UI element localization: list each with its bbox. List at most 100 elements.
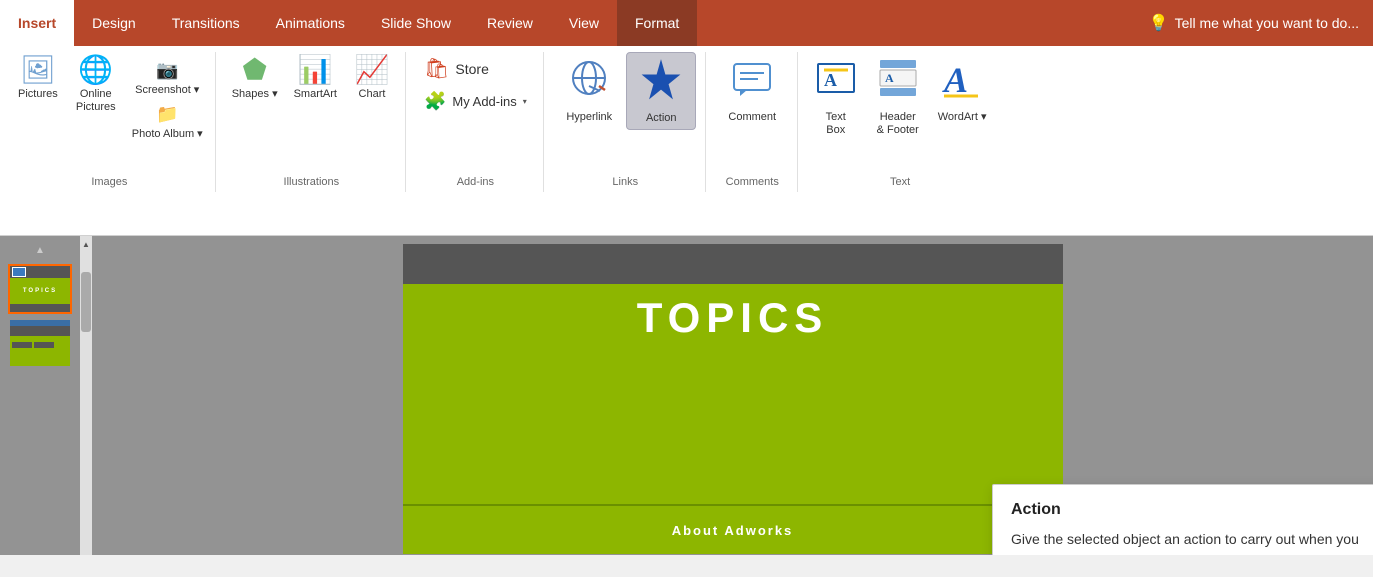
ribbon: 🖼 Pictures 🌐 OnlinePictures 📷 Screenshot… bbox=[0, 46, 1373, 236]
header-footer-label: Header& Footer bbox=[877, 111, 919, 137]
header-footer-icon: A bbox=[876, 56, 920, 107]
hyperlink-icon bbox=[567, 56, 611, 107]
canvas-area: TOPICS About Adworks Action Give the sel… bbox=[92, 236, 1373, 555]
addins-col: 🛍 Store 🧩 My Add-ins ▾ bbox=[416, 52, 535, 116]
photo-album-icon: 📁 bbox=[156, 104, 178, 125]
tab-bar: Insert Design Transitions Animations Sli… bbox=[0, 0, 1373, 46]
online-pictures-label: OnlinePictures bbox=[76, 88, 116, 114]
wordart-button[interactable]: A WordArt ▾ bbox=[932, 52, 993, 128]
screenshot-button[interactable]: 📷 Screenshot ▾ bbox=[128, 52, 207, 99]
slide-top-bar bbox=[403, 244, 1063, 284]
images-group-label: Images bbox=[4, 176, 215, 188]
scrollbar-thumb[interactable] bbox=[81, 272, 91, 332]
slide-title: TOPICS bbox=[403, 294, 1063, 342]
shapes-icon: ⬟ bbox=[242, 56, 266, 84]
shapes-button[interactable]: ⬟ Shapes ▾ bbox=[226, 52, 284, 105]
hyperlink-button[interactable]: Hyperlink bbox=[554, 52, 624, 128]
scroll-up-btn[interactable]: ▲ bbox=[80, 236, 92, 252]
header-footer-button[interactable]: A Header& Footer bbox=[868, 52, 928, 141]
scrollbar-vertical[interactable]: ▲ bbox=[80, 236, 92, 555]
svg-text:A: A bbox=[942, 60, 968, 100]
main-area: ▲ TOPICS bbox=[0, 236, 1373, 555]
chart-button[interactable]: 📈 Chart bbox=[347, 52, 397, 105]
tooltip-title: Action bbox=[1011, 501, 1363, 519]
store-button[interactable]: 🛍 Store bbox=[416, 52, 535, 85]
text-box-button[interactable]: A TextBox bbox=[808, 52, 864, 141]
wordart-icon: A bbox=[940, 56, 984, 107]
slide-thumb-1-inner: TOPICS bbox=[10, 266, 70, 312]
slide-thumb-2[interactable] bbox=[8, 318, 72, 368]
ribbon-group-illustrations: ⬟ Shapes ▾ 📊 SmartArt 📈 Chart Illustrati… bbox=[218, 52, 406, 192]
slide-thumb-2-inner bbox=[10, 320, 70, 366]
screenshot-label: Screenshot ▾ bbox=[135, 83, 199, 96]
slide-bottom-text: About Adworks bbox=[672, 523, 794, 538]
wordart-label: WordArt ▾ bbox=[938, 111, 987, 124]
ribbon-group-addins: 🛍 Store 🧩 My Add-ins ▾ Add-ins bbox=[408, 52, 544, 192]
svg-text:A: A bbox=[824, 70, 837, 90]
ribbon-group-images: 🖼 Pictures 🌐 OnlinePictures 📷 Screenshot… bbox=[4, 52, 216, 192]
text-buttons: A TextBox A bbox=[808, 52, 993, 192]
lightbulb-icon: 💡 bbox=[1149, 13, 1169, 33]
store-label: Store bbox=[455, 61, 488, 77]
tell-me-text: Tell me what you want to do... bbox=[1175, 15, 1359, 31]
action-button[interactable]: Action bbox=[626, 52, 696, 130]
tab-design[interactable]: Design bbox=[74, 0, 154, 46]
online-pictures-icon: 🌐 bbox=[78, 56, 113, 84]
tab-review[interactable]: Review bbox=[469, 0, 551, 46]
hyperlink-label: Hyperlink bbox=[566, 111, 612, 124]
shapes-label: Shapes ▾ bbox=[232, 88, 278, 101]
links-group-label: Links bbox=[546, 176, 705, 188]
images-small-col: 📷 Screenshot ▾ 📁 Photo Album ▾ bbox=[128, 52, 207, 143]
my-addins-dropdown-arrow: ▾ bbox=[523, 97, 527, 106]
smartart-icon: 📊 bbox=[298, 56, 333, 84]
my-addins-label: My Add-ins bbox=[452, 94, 516, 109]
slide-thumb-1[interactable]: TOPICS bbox=[8, 264, 72, 314]
addins-buttons: 🛍 Store 🧩 My Add-ins ▾ bbox=[416, 52, 535, 192]
text-box-icon: A bbox=[814, 56, 858, 107]
text-box-label: TextBox bbox=[826, 111, 846, 137]
addins-group-label: Add-ins bbox=[408, 176, 543, 188]
slide-canvas[interactable]: TOPICS About Adworks bbox=[403, 244, 1063, 554]
smartart-button[interactable]: 📊 SmartArt bbox=[288, 52, 343, 105]
tab-view[interactable]: View bbox=[551, 0, 617, 46]
comment-button[interactable]: Comment bbox=[717, 52, 787, 128]
svg-text:A: A bbox=[885, 71, 894, 85]
comment-label: Comment bbox=[728, 111, 776, 124]
pictures-button[interactable]: 🖼 Pictures bbox=[12, 52, 64, 105]
action-label: Action bbox=[646, 112, 677, 125]
action-icon bbox=[639, 57, 683, 108]
illustrations-group-label: Illustrations bbox=[218, 176, 405, 188]
tab-format[interactable]: Format bbox=[617, 0, 697, 46]
tooltip-popup: Action Give the selected object an actio… bbox=[992, 484, 1373, 555]
photo-album-button[interactable]: 📁 Photo Album ▾ bbox=[128, 101, 207, 143]
comment-icon bbox=[730, 56, 774, 107]
scroll-up-arrow[interactable]: ▲ bbox=[34, 242, 46, 258]
tell-me-bar[interactable]: 💡 Tell me what you want to do... bbox=[1135, 0, 1373, 46]
store-icon: 🛍 bbox=[424, 56, 449, 81]
images-buttons: 🖼 Pictures 🌐 OnlinePictures 📷 Screenshot… bbox=[12, 52, 207, 192]
smartart-label: SmartArt bbox=[294, 88, 337, 101]
online-pictures-button[interactable]: 🌐 OnlinePictures bbox=[68, 52, 124, 118]
tab-slideshow[interactable]: Slide Show bbox=[363, 0, 469, 46]
tooltip-line1: Give the selected object an action to ca… bbox=[1011, 529, 1363, 555]
my-addins-button[interactable]: 🧩 My Add-ins ▾ bbox=[416, 87, 535, 116]
tab-animations[interactable]: Animations bbox=[258, 0, 363, 46]
ribbon-group-links: Hyperlink Action Links bbox=[546, 52, 706, 192]
slides-panel: ▲ TOPICS bbox=[0, 236, 80, 555]
pictures-icon: 🖼 bbox=[20, 56, 56, 84]
ribbon-group-text: A TextBox A bbox=[800, 52, 1001, 192]
tab-transitions[interactable]: Transitions bbox=[154, 0, 258, 46]
ribbon-content: 🖼 Pictures 🌐 OnlinePictures 📷 Screenshot… bbox=[0, 46, 1373, 235]
links-buttons: Hyperlink Action bbox=[554, 52, 696, 192]
illustrations-buttons: ⬟ Shapes ▾ 📊 SmartArt 📈 Chart bbox=[226, 52, 397, 192]
screenshot-icon: 📷 bbox=[156, 60, 178, 81]
pictures-label: Pictures bbox=[18, 88, 58, 101]
photo-album-label: Photo Album ▾ bbox=[132, 127, 203, 140]
tooltip-body: Give the selected object an action to ca… bbox=[1011, 529, 1363, 555]
chart-label: Chart bbox=[359, 88, 386, 101]
my-addins-icon: 🧩 bbox=[424, 91, 446, 112]
tab-insert[interactable]: Insert bbox=[0, 0, 74, 46]
comments-buttons: Comment bbox=[717, 52, 787, 192]
ribbon-group-comments: Comment Comments bbox=[708, 52, 798, 192]
chart-icon: 📈 bbox=[355, 56, 390, 84]
